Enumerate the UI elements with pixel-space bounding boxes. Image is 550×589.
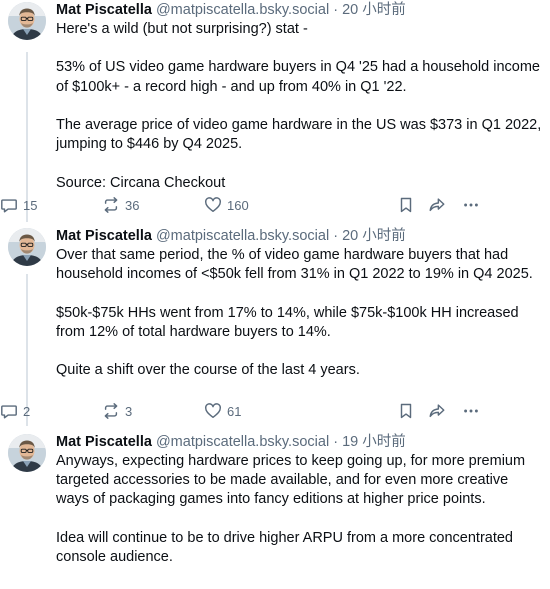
post[interactable]: Mat Piscatella @matpiscatella.bsky.socia… — [0, 428, 550, 589]
author-handle[interactable]: @matpiscatella.bsky.social — [156, 2, 329, 18]
repost-icon — [102, 402, 120, 420]
reply-button[interactable]: 2 — [0, 401, 30, 421]
post-paragraph: Idea will continue to be to drive higher… — [56, 529, 518, 565]
like-count: 160 — [227, 197, 249, 213]
post-timestamp[interactable]: 20 小时前 — [342, 2, 406, 18]
post-paragraph: $50k-$75k HHs went from 17% to 14%, whil… — [56, 304, 523, 340]
post-paragraph: Quite a shift over the course of the las… — [56, 362, 360, 379]
post-paragraph: Over that same period, the % of video ga… — [56, 247, 533, 283]
share-icon — [428, 402, 446, 420]
bookmark-icon — [397, 196, 415, 214]
more-options-button[interactable] — [462, 195, 480, 215]
heart-icon — [204, 402, 222, 420]
reply-count: 15 — [23, 197, 38, 213]
more-options-button[interactable] — [462, 401, 480, 421]
avatar-image — [8, 228, 46, 266]
post-body: Anyways, expecting hardware prices to ke… — [56, 452, 544, 567]
share-button[interactable] — [428, 401, 446, 421]
avatar[interactable] — [8, 2, 46, 40]
author-name[interactable]: Mat Piscatella — [56, 434, 152, 450]
post-body: Over that same period, the % of video ga… — [56, 246, 544, 380]
bookmark-button[interactable] — [397, 401, 415, 421]
author-name[interactable]: Mat Piscatella — [56, 2, 152, 18]
reply-button[interactable]: 15 — [0, 195, 37, 215]
post-header: Mat Piscatella @matpiscatella.bsky.socia… — [56, 432, 544, 452]
post-header: Mat Piscatella @matpiscatella.bsky.socia… — [56, 226, 544, 246]
ellipsis-icon — [462, 196, 480, 214]
repost-icon — [102, 196, 120, 214]
reply-icon — [0, 196, 18, 214]
bookmark-icon — [397, 402, 415, 420]
ellipsis-icon — [462, 402, 480, 420]
avatar-image — [8, 2, 46, 40]
post-timestamp[interactable]: 20 小时前 — [342, 228, 406, 244]
avatar[interactable] — [8, 434, 46, 472]
repost-count: 3 — [125, 403, 133, 419]
heart-icon — [204, 196, 222, 214]
like-count: 61 — [227, 403, 242, 419]
like-button[interactable]: 160 — [204, 195, 249, 215]
post-actions: 2 3 61 — [0, 401, 550, 421]
post-actions: 15 36 160 — [0, 195, 550, 215]
post-paragraph: Anyways, expecting hardware prices to ke… — [56, 453, 530, 508]
post[interactable]: Mat Piscatella @matpiscatella.bsky.socia… — [0, 222, 550, 428]
separator-dot: · — [333, 228, 339, 244]
post-paragraph: Here's a wild (but not surprising?) stat… — [56, 21, 308, 37]
author-handle[interactable]: @matpiscatella.bsky.social — [156, 228, 329, 244]
post-paragraph: The average price of video game hardware… — [56, 116, 546, 153]
post[interactable]: Mat Piscatella @matpiscatella.bsky.socia… — [0, 0, 550, 222]
post-timestamp[interactable]: 19 小时前 — [342, 434, 406, 450]
repost-count: 36 — [125, 197, 140, 213]
repost-button[interactable]: 36 — [102, 195, 139, 215]
post-header: Mat Piscatella @matpiscatella.bsky.socia… — [56, 0, 544, 20]
reply-count: 2 — [23, 403, 31, 419]
repost-button[interactable]: 3 — [102, 401, 132, 421]
separator-dot: · — [333, 434, 339, 450]
reply-icon — [0, 402, 18, 420]
like-button[interactable]: 61 — [204, 401, 241, 421]
separator-dot: · — [333, 2, 339, 18]
author-name[interactable]: Mat Piscatella — [56, 228, 152, 244]
share-icon — [428, 196, 446, 214]
avatar[interactable] — [8, 228, 46, 266]
post-paragraph: 53% of US video game hardware buyers in … — [56, 59, 545, 95]
post-body: Here's a wild (but not surprising?) stat… — [56, 20, 544, 193]
share-button[interactable] — [428, 195, 446, 215]
author-handle[interactable]: @matpiscatella.bsky.social — [156, 434, 329, 450]
post-paragraph: Source: Circana Checkout — [56, 174, 226, 191]
avatar-image — [8, 434, 46, 472]
bookmark-button[interactable] — [397, 195, 415, 215]
